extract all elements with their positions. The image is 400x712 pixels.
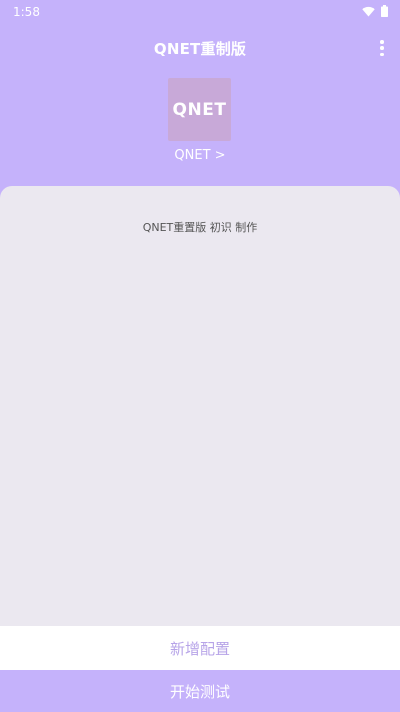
- battery-icon: [381, 5, 388, 17]
- status-time: 1:58: [13, 5, 40, 19]
- more-vert-icon[interactable]: [378, 40, 386, 56]
- credits-text: QNET重置版 初识 制作: [142, 221, 258, 234]
- app-bar: QNET重制版: [0, 24, 400, 70]
- status-bar: 1:58: [0, 0, 400, 24]
- add-config-button[interactable]: 新增配置: [0, 626, 400, 670]
- app-title: QNET重制版: [153, 40, 247, 58]
- start-test-button[interactable]: 开始测试: [0, 670, 400, 712]
- status-icons: [362, 5, 388, 17]
- app-logo: QNET: [168, 78, 231, 141]
- wifi-icon: [362, 6, 375, 17]
- node-link[interactable]: QNET >: [0, 148, 400, 163]
- content-card: QNET重置版 初识 制作: [0, 186, 400, 626]
